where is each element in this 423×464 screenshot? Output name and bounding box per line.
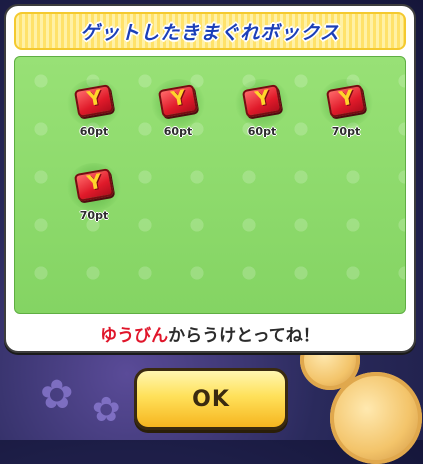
reward-item[interactable]: Y 60pt [143, 77, 213, 149]
pickup-message: ゆうびん からうけとってね！ [14, 318, 406, 348]
reward-points-label: 60pt [247, 125, 277, 138]
message-highlight: ゆうびん [100, 325, 169, 346]
reward-points-label: 70pt [79, 209, 109, 222]
reward-item[interactable]: Y 70pt [59, 161, 129, 233]
reward-item[interactable]: Y 70pt [311, 77, 381, 149]
background-flower-icon: ✿ [92, 390, 121, 430]
reward-item[interactable]: Y 60pt [59, 77, 129, 149]
reward-points-label: 60pt [79, 125, 109, 138]
reward-grid: Y 60pt Y 60pt Y 60pt Y 70pt Y 70pt [14, 56, 406, 314]
reward-points-label: 60pt [163, 125, 193, 138]
reward-item[interactable]: Y 60pt [227, 77, 297, 149]
dialog-title: ゲットしたきまぐれボックス [80, 21, 340, 44]
reward-dialog: ゲットしたきまぐれボックス Y 60pt Y 60pt Y 60pt Y 70p… [4, 4, 416, 353]
title-banner: ゲットしたきまぐれボックス [14, 12, 406, 50]
ok-button[interactable]: OK [134, 368, 288, 430]
reward-points-label: 70pt [331, 125, 361, 138]
message-text: からうけとってね！ [168, 325, 320, 346]
background-flower-icon: ✿ [40, 372, 74, 418]
